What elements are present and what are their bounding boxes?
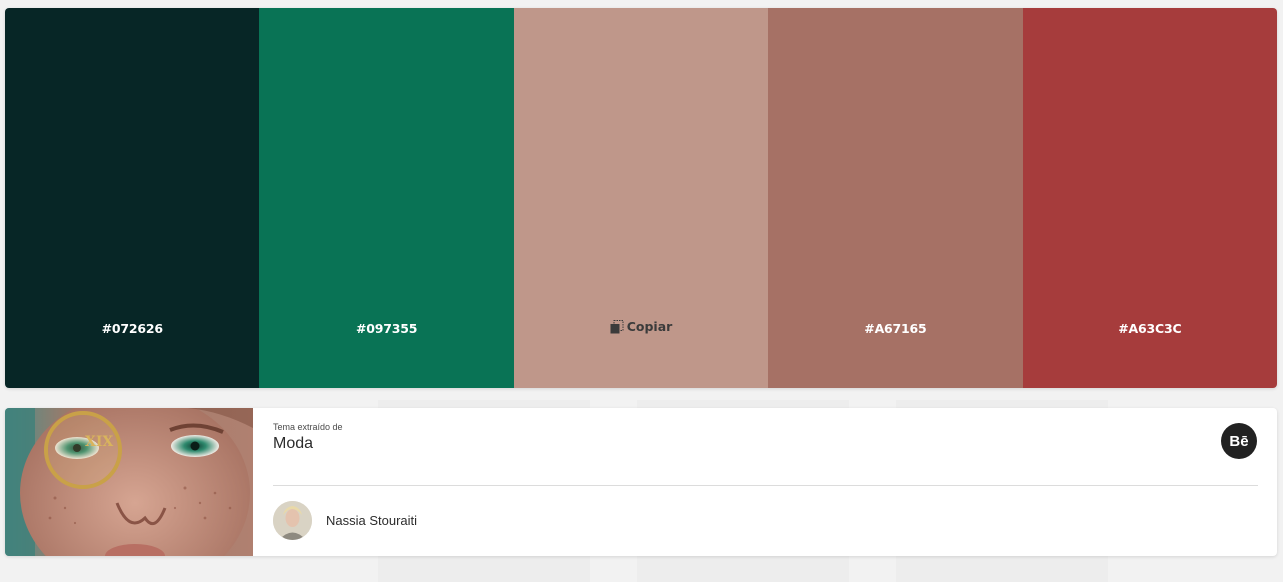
color-swatch-1[interactable]: #072626 (5, 8, 260, 388)
color-swatch-3[interactable]: Copiar (513, 8, 769, 388)
page: #072626 #097355 Copiar #A67165 #A63C3C X… (0, 0, 1283, 582)
divider (273, 485, 1258, 486)
color-swatch-2[interactable]: #097355 (259, 8, 514, 388)
swatch-hex-label: #072626 (101, 321, 163, 336)
swatch-hex-label: #A67165 (864, 321, 927, 336)
color-swatch-5[interactable]: #A63C3C (1022, 8, 1277, 388)
theme-details: Tema extraído de Moda Bē Nassia Stourait… (253, 408, 1277, 556)
swatch-hex-label: #A63C3C (1118, 321, 1182, 336)
color-swatch-4[interactable]: #A67165 (768, 8, 1023, 388)
copy-button[interactable]: Copiar (514, 319, 768, 334)
avatar (273, 501, 312, 540)
theme-name[interactable]: Moda (273, 435, 313, 453)
color-palette: #072626 #097355 Copiar #A67165 #A63C3C (5, 8, 1277, 388)
extracted-from-label: Tema extraído de (273, 422, 343, 432)
source-image-thumbnail[interactable]: XIX (5, 408, 253, 556)
svg-text:XIX: XIX (85, 434, 113, 450)
swatch-hex-label: #097355 (355, 321, 418, 336)
behance-icon[interactable]: Bē (1221, 423, 1257, 459)
author-link[interactable]: Nassia Stouraiti (273, 501, 417, 540)
theme-info-card: XIX Tema extraído de Moda Bē Nassia Stou… (5, 408, 1277, 556)
behance-badge-text: Bē (1229, 432, 1249, 450)
author-name: Nassia Stouraiti (326, 513, 418, 528)
copy-label: Copiar (626, 319, 673, 334)
portrait-image: XIX (5, 408, 253, 556)
copy-icon (610, 319, 624, 333)
